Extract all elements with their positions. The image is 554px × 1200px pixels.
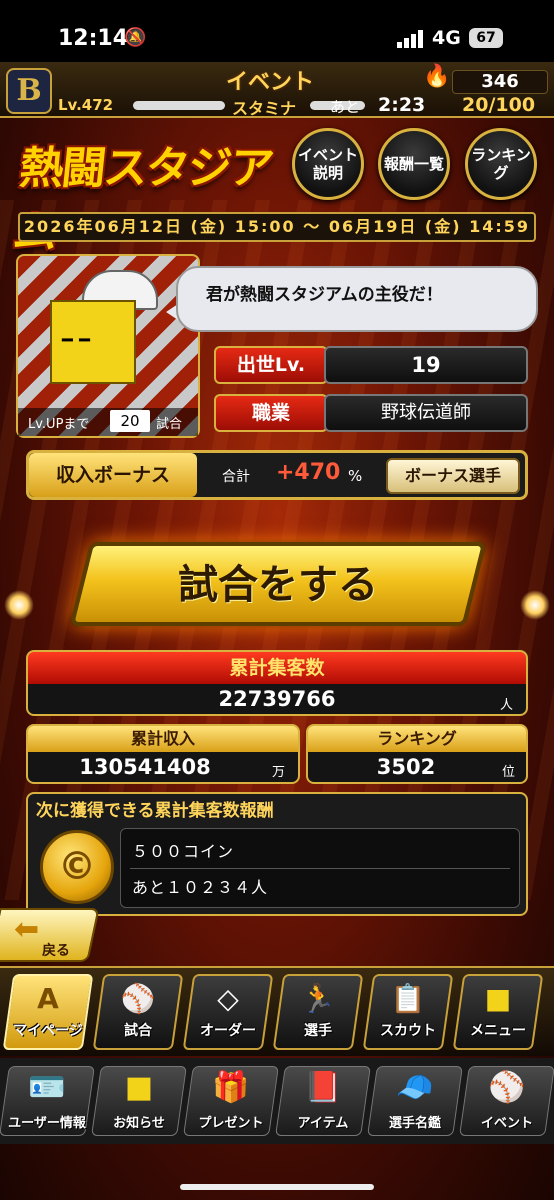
mascot-icon: ■ — [484, 982, 512, 1015]
lvup-value: 20 — [110, 410, 150, 432]
next-reward-remaining: あと１０２３４人 — [132, 878, 269, 897]
bonus-sum-label: 合計 — [222, 469, 250, 485]
bonus-percent: % — [348, 467, 363, 485]
coin-count: 346 — [481, 71, 519, 92]
clock: 12:14 — [58, 26, 129, 51]
field-icon: ⚾ — [120, 982, 156, 1015]
ranking-unit: 位 — [502, 765, 516, 780]
flame-coin-icon: 🔥 — [423, 64, 451, 89]
back-label: 戻る — [42, 943, 70, 959]
diamond-icon: ◇ — [217, 982, 239, 1015]
total-income-value: 130541408 — [79, 755, 211, 779]
player-level: Lv.472 — [58, 96, 114, 114]
team-logo[interactable]: B — [6, 68, 52, 114]
remain-label: あと — [330, 98, 361, 116]
nav-items-label: アイテム — [297, 1116, 349, 1131]
nav-order-label: オーダー — [200, 1023, 256, 1039]
lvup-label: Lv.UPまで — [28, 417, 90, 432]
news-icon: ■ — [124, 1070, 154, 1105]
bonus-players-button[interactable]: ボーナス選手 — [386, 458, 520, 494]
status-bar: 12:14 🔕 4G 67 — [0, 0, 554, 62]
event-period: 2026年06月12日 (金) 15:00 ～ 06月19日 (金) 14:59 — [18, 212, 536, 242]
bonus-value: +470 — [276, 460, 341, 485]
speech-bubble: 君が熱闘スタジアムの主役だ！ — [176, 266, 538, 332]
nav-mypage-label: マイページ — [13, 1023, 83, 1039]
nav-present-label: プレゼント — [198, 1116, 264, 1131]
stamina-label: スタミナ — [232, 99, 297, 118]
nav-players-label: 選手 — [304, 1023, 332, 1039]
baseball-icon: ⚾ — [488, 1070, 526, 1105]
network-type: 4G — [432, 27, 461, 49]
promotion-level-label: 出世Lv. — [214, 346, 328, 384]
stadium-light — [4, 590, 34, 620]
reward-list-button[interactable]: 報酬一覧 — [378, 128, 450, 200]
id-card-icon: 🪪 — [28, 1070, 66, 1105]
ranking-value: 3502 — [376, 755, 436, 779]
coin-icon: © — [40, 830, 114, 904]
job-label: 職業 — [214, 394, 328, 432]
battery-icon: 67 — [469, 28, 503, 48]
nav-player-directory-label: 選手名鑑 — [388, 1116, 441, 1131]
total-income-unit: 万 — [272, 765, 286, 780]
total-attendance-unit: 人 — [500, 698, 514, 713]
nav-match-label: 試合 — [124, 1023, 152, 1039]
signal-icon — [397, 30, 423, 48]
back-arrow-icon: ⬅ — [14, 912, 40, 947]
event-logo: 熱闘スタジアム — [10, 143, 275, 258]
mascot-eyes-icon: ━ ━ — [62, 330, 90, 351]
play-match-label: 試合をする — [178, 562, 378, 608]
nav-event-label: イベント — [480, 1116, 533, 1131]
bell-muted-icon: 🔕 — [124, 27, 147, 48]
home-indicator[interactable] — [180, 1184, 374, 1190]
total-attendance-label: 累計集客数 — [26, 650, 528, 684]
stadium-light — [520, 590, 550, 620]
stamina-value: 20/100 — [462, 94, 536, 116]
next-reward-title: 次に獲得できる累計集客数報酬 — [36, 801, 274, 821]
book-icon: 📕 — [304, 1070, 342, 1105]
nav-scout-label: スカウト — [380, 1023, 436, 1039]
promotion-level-value: 19 — [324, 346, 528, 384]
ranking-button[interactable]: ランキング — [465, 128, 537, 200]
scout-icon: 📋 — [390, 982, 426, 1015]
income-bonus-label: 収入ボーナス — [29, 453, 197, 497]
nav-menu-label: メニュー — [470, 1023, 526, 1039]
stamina-timer: 2:23 — [378, 94, 426, 116]
player-icon: 🏃 — [300, 982, 336, 1015]
lvup-suffix: 試合 — [156, 417, 183, 432]
total-attendance-value: 22739766 — [218, 687, 336, 711]
batter-icon: 🧢 — [396, 1070, 434, 1105]
mypage-icon: A — [37, 982, 59, 1015]
gift-icon: 🎁 — [212, 1070, 250, 1105]
nav-user-info-label: ユーザー情報 — [8, 1116, 86, 1131]
nav-news-label: お知らせ — [113, 1116, 165, 1131]
page-title: イベント — [225, 70, 314, 95]
job-value: 野球伝道師 — [324, 394, 528, 432]
event-description-button[interactable]: イベント説明 — [292, 128, 364, 200]
level-progress-bar — [133, 101, 225, 110]
total-income-label: 累計収入 — [26, 724, 300, 752]
next-reward-item: ５００コイン — [132, 842, 235, 861]
ranking-label: ランキング — [306, 724, 528, 752]
